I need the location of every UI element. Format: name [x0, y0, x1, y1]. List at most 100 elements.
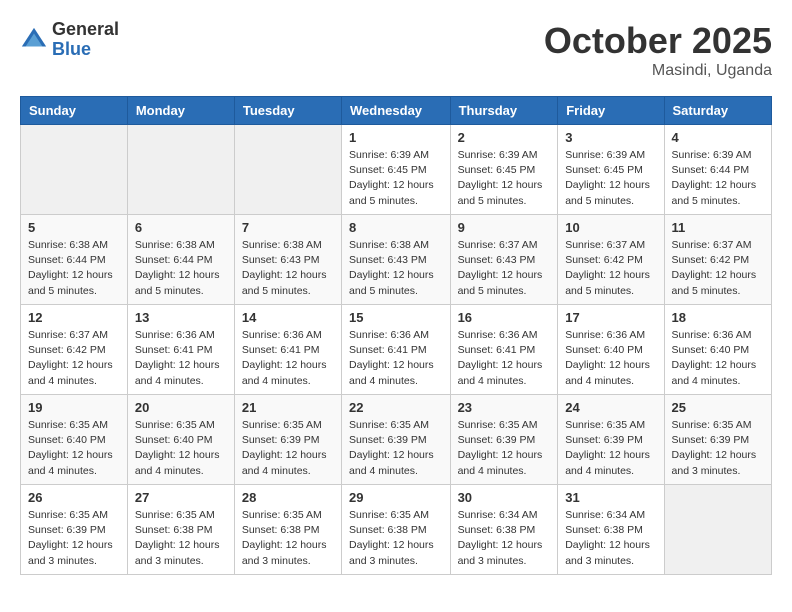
day-number: 3	[565, 130, 656, 145]
calendar-cell: 10Sunrise: 6:37 AM Sunset: 6:42 PM Dayli…	[558, 215, 664, 305]
day-number: 2	[458, 130, 551, 145]
day-number: 24	[565, 400, 656, 415]
day-number: 1	[349, 130, 443, 145]
logo-general-text: General	[52, 20, 119, 40]
calendar-cell: 29 Sunrise: 6:35 AM Sunset: 6:38 PM Dayli…	[342, 485, 451, 575]
day-info: Sunrise: 6:35 AM Sunset: 6:39 PM Dayligh…	[242, 418, 334, 479]
day-info: Sunrise: 6:35 AM Sunset: 6:40 PM Dayligh…	[28, 418, 120, 479]
day-info: Sunrise: 6:34 AM Sunset: 6:38 PM Dayligh…	[458, 508, 551, 569]
weekday-header-saturday: Saturday	[664, 97, 771, 125]
calendar-cell	[21, 125, 128, 215]
day-number: 27	[135, 490, 227, 505]
day-info: Sunrise: 6:39 AM Sunset: 6:44 PM Dayligh…	[672, 148, 764, 209]
day-info: Sunrise: 6:35 AM Sunset: 6:39 PM Dayligh…	[28, 508, 120, 569]
week-row-2: 5 Sunrise: 6:38 AM Sunset: 6:44 PM Daylig…	[21, 215, 772, 305]
calendar-cell: 15 Sunrise: 6:36 AM Sunset: 6:41 PM Dayli…	[342, 305, 451, 395]
day-info: Sunrise: 6:35 AM Sunset: 6:39 PM Dayligh…	[672, 418, 764, 479]
calendar-cell: 25 Sunrise: 6:35 AM Sunset: 6:39 PM Dayli…	[664, 395, 771, 485]
day-number: 25	[672, 400, 764, 415]
day-info: Sunrise: 6:36 AM Sunset: 6:41 PM Dayligh…	[135, 328, 227, 389]
calendar-cell: 9 Sunrise: 6:37 AM Sunset: 6:43 PM Daylig…	[450, 215, 558, 305]
day-info: Sunrise: 6:38 AM Sunset: 6:43 PM Dayligh…	[242, 238, 334, 299]
location: Masindi, Uganda	[544, 62, 772, 80]
day-info: Sunrise: 6:38 AM Sunset: 6:44 PM Dayligh…	[28, 238, 120, 299]
day-info: Sunrise: 6:37 AM Sunset: 6:42 PM Dayligh…	[28, 328, 120, 389]
day-info: Sunrise: 6:35 AM Sunset: 6:38 PM Dayligh…	[349, 508, 443, 569]
day-info: Sunrise: 6:36 AM Sunset: 6:41 PM Dayligh…	[349, 328, 443, 389]
day-info: Sunrise: 6:35 AM Sunset: 6:39 PM Dayligh…	[565, 418, 656, 479]
day-number: 5	[28, 220, 120, 235]
calendar-cell: 2 Sunrise: 6:39 AM Sunset: 6:45 PM Daylig…	[450, 125, 558, 215]
calendar-cell	[127, 125, 234, 215]
day-number: 30	[458, 490, 551, 505]
day-info: Sunrise: 6:37 AM Sunset: 6:42 PM Dayligh…	[565, 238, 656, 299]
day-info: Sunrise: 6:36 AM Sunset: 6:40 PM Dayligh…	[672, 328, 764, 389]
calendar-cell	[234, 125, 341, 215]
day-info: Sunrise: 6:36 AM Sunset: 6:40 PM Dayligh…	[565, 328, 656, 389]
day-number: 6	[135, 220, 227, 235]
weekday-header-tuesday: Tuesday	[234, 97, 341, 125]
day-number: 22	[349, 400, 443, 415]
calendar-cell: 12 Sunrise: 6:37 AM Sunset: 6:42 PM Dayli…	[21, 305, 128, 395]
weekday-header-friday: Friday	[558, 97, 664, 125]
calendar-cell: 23 Sunrise: 6:35 AM Sunset: 6:39 PM Dayli…	[450, 395, 558, 485]
day-info: Sunrise: 6:34 AM Sunset: 6:38 PM Dayligh…	[565, 508, 656, 569]
weekday-header-monday: Monday	[127, 97, 234, 125]
day-number: 12	[28, 310, 120, 325]
calendar-cell: 20 Sunrise: 6:35 AM Sunset: 6:40 PM Dayli…	[127, 395, 234, 485]
day-number: 9	[458, 220, 551, 235]
day-number: 13	[135, 310, 227, 325]
day-number: 29	[349, 490, 443, 505]
day-number: 21	[242, 400, 334, 415]
logo-blue-text: Blue	[52, 40, 119, 60]
calendar-cell: 26 Sunrise: 6:35 AM Sunset: 6:39 PM Dayli…	[21, 485, 128, 575]
calendar-cell: 13 Sunrise: 6:36 AM Sunset: 6:41 PM Dayli…	[127, 305, 234, 395]
day-number: 20	[135, 400, 227, 415]
week-row-1: 1 Sunrise: 6:39 AM Sunset: 6:45 PM Daylig…	[21, 125, 772, 215]
day-info: Sunrise: 6:38 AM Sunset: 6:44 PM Dayligh…	[135, 238, 227, 299]
day-info: Sunrise: 6:37 AM Sunset: 6:43 PM Dayligh…	[458, 238, 551, 299]
calendar-cell: 3 Sunrise: 6:39 AM Sunset: 6:45 PM Daylig…	[558, 125, 664, 215]
logo: General Blue	[20, 20, 119, 60]
week-row-4: 19Sunrise: 6:35 AM Sunset: 6:40 PM Dayli…	[21, 395, 772, 485]
day-info: Sunrise: 6:36 AM Sunset: 6:41 PM Dayligh…	[242, 328, 334, 389]
day-info: Sunrise: 6:38 AM Sunset: 6:43 PM Dayligh…	[349, 238, 443, 299]
day-number: 7	[242, 220, 334, 235]
day-info: Sunrise: 6:39 AM Sunset: 6:45 PM Dayligh…	[458, 148, 551, 209]
day-number: 28	[242, 490, 334, 505]
calendar-cell: 1Sunrise: 6:39 AM Sunset: 6:45 PM Daylig…	[342, 125, 451, 215]
day-number: 18	[672, 310, 764, 325]
weekday-header-row: SundayMondayTuesdayWednesdayThursdayFrid…	[21, 97, 772, 125]
day-info: Sunrise: 6:36 AM Sunset: 6:41 PM Dayligh…	[458, 328, 551, 389]
weekday-header-wednesday: Wednesday	[342, 97, 451, 125]
day-number: 26	[28, 490, 120, 505]
calendar-cell: 27Sunrise: 6:35 AM Sunset: 6:38 PM Dayli…	[127, 485, 234, 575]
calendar-cell: 6 Sunrise: 6:38 AM Sunset: 6:44 PM Daylig…	[127, 215, 234, 305]
calendar: SundayMondayTuesdayWednesdayThursdayFrid…	[20, 96, 772, 575]
calendar-cell: 19Sunrise: 6:35 AM Sunset: 6:40 PM Dayli…	[21, 395, 128, 485]
day-info: Sunrise: 6:35 AM Sunset: 6:38 PM Dayligh…	[242, 508, 334, 569]
month-title: October 2025	[544, 20, 772, 62]
calendar-cell	[664, 485, 771, 575]
day-number: 11	[672, 220, 764, 235]
day-info: Sunrise: 6:39 AM Sunset: 6:45 PM Dayligh…	[565, 148, 656, 209]
day-info: Sunrise: 6:35 AM Sunset: 6:39 PM Dayligh…	[458, 418, 551, 479]
calendar-cell: 22Sunrise: 6:35 AM Sunset: 6:39 PM Dayli…	[342, 395, 451, 485]
day-number: 15	[349, 310, 443, 325]
calendar-cell: 8 Sunrise: 6:38 AM Sunset: 6:43 PM Daylig…	[342, 215, 451, 305]
weekday-header-sunday: Sunday	[21, 97, 128, 125]
calendar-cell: 5 Sunrise: 6:38 AM Sunset: 6:44 PM Daylig…	[21, 215, 128, 305]
day-number: 23	[458, 400, 551, 415]
weekday-header-thursday: Thursday	[450, 97, 558, 125]
day-number: 4	[672, 130, 764, 145]
calendar-cell: 18 Sunrise: 6:36 AM Sunset: 6:40 PM Dayli…	[664, 305, 771, 395]
calendar-cell: 31Sunrise: 6:34 AM Sunset: 6:38 PM Dayli…	[558, 485, 664, 575]
day-info: Sunrise: 6:35 AM Sunset: 6:40 PM Dayligh…	[135, 418, 227, 479]
calendar-cell: 28 Sunrise: 6:35 AM Sunset: 6:38 PM Dayli…	[234, 485, 341, 575]
day-number: 8	[349, 220, 443, 235]
day-number: 14	[242, 310, 334, 325]
calendar-cell: 14 Sunrise: 6:36 AM Sunset: 6:41 PM Dayli…	[234, 305, 341, 395]
week-row-3: 12 Sunrise: 6:37 AM Sunset: 6:42 PM Dayli…	[21, 305, 772, 395]
logo-icon	[20, 26, 48, 54]
week-row-5: 26 Sunrise: 6:35 AM Sunset: 6:39 PM Dayli…	[21, 485, 772, 575]
